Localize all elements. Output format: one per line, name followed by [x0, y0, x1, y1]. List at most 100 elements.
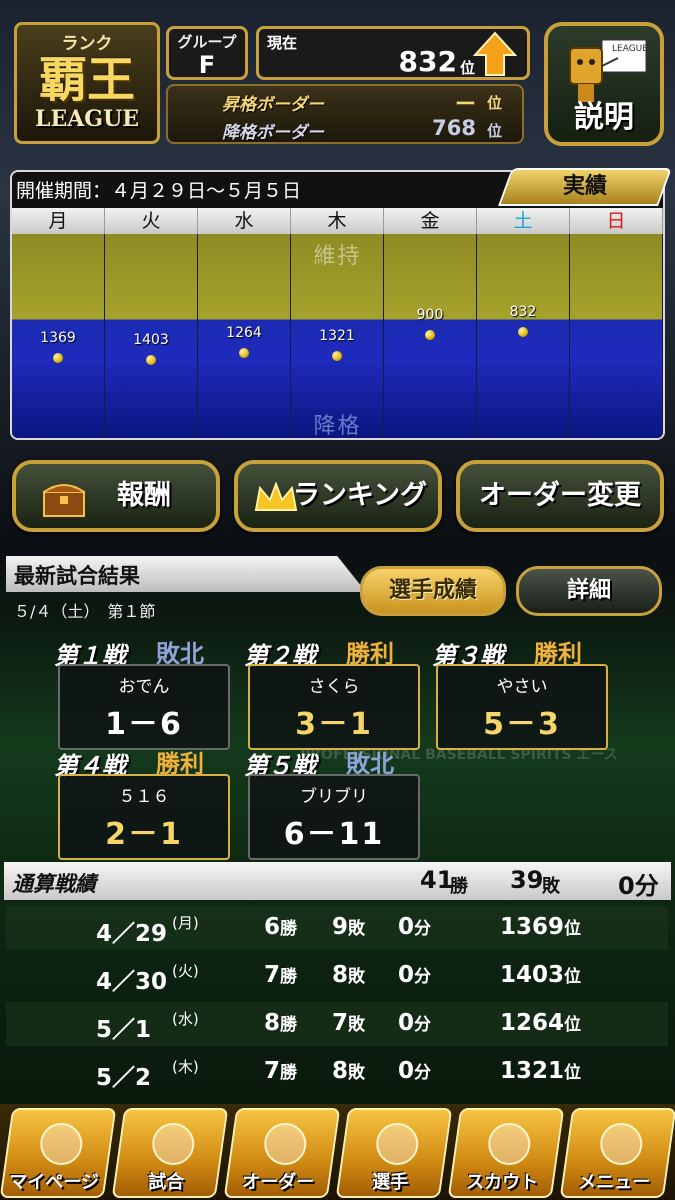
- detail-label: 詳細: [566, 578, 611, 603]
- totals-row: 4／30 (火) 7勝 8敗 0分 1403位: [6, 954, 668, 998]
- game-opponent: おでん: [118, 677, 170, 697]
- game-score: 6－11: [283, 817, 385, 852]
- day-4: 金: [384, 208, 477, 234]
- row-w: 7勝: [264, 1058, 297, 1084]
- order-change-label: オーダー変更: [479, 480, 641, 511]
- chart-point-label: 1403: [133, 332, 169, 348]
- row-date: 5／2: [96, 1058, 151, 1092]
- chart-point: [425, 330, 435, 341]
- total-draws: 0分: [618, 872, 659, 900]
- promote-label: 昇格ボーダー: [222, 95, 324, 115]
- row-l: 8敗: [332, 1058, 365, 1084]
- arrow-up-icon: [473, 31, 517, 76]
- nav-player[interactable]: 選手: [335, 1108, 453, 1198]
- row-l-unit: 敗: [348, 1015, 366, 1035]
- player-icon: [373, 1118, 421, 1170]
- row-date-value: 5／1: [96, 1017, 152, 1043]
- stay-zone-label: 維持: [313, 244, 362, 269]
- row-date-value: 4／30: [96, 969, 168, 995]
- nav-label: 選手: [372, 1172, 409, 1193]
- results-title: 最新試合結果: [14, 564, 140, 588]
- row-w: 8勝: [264, 1010, 297, 1036]
- row-d: 0分: [398, 914, 431, 940]
- row-l-value: 8: [332, 962, 349, 988]
- chart-point: [53, 353, 63, 364]
- row-l-value: 7: [332, 1010, 349, 1036]
- order-change-button[interactable]: オーダー変更: [456, 460, 664, 532]
- day-6: 日: [570, 208, 663, 234]
- row-date: 4／29: [96, 914, 167, 948]
- game-card[interactable]: さくら 3－1: [248, 664, 420, 750]
- game-opponent: さくら: [308, 677, 360, 697]
- game-card[interactable]: おでん 1－6: [58, 664, 230, 750]
- promote-unit: 位: [486, 94, 502, 112]
- row-rank: 1321位: [500, 1058, 581, 1084]
- demote-border-unit: 位: [486, 122, 502, 140]
- scout-icon: [485, 1118, 533, 1170]
- row-date: 5／1: [96, 1010, 151, 1044]
- row-l-unit: 敗: [348, 919, 366, 939]
- reward-button[interactable]: 報酬: [12, 460, 220, 532]
- game-card[interactable]: やさい 5－3: [436, 664, 608, 750]
- chart-point: [146, 355, 156, 365]
- nav-label: スカウト: [466, 1172, 539, 1193]
- game-score: 1－6: [105, 707, 183, 742]
- row-d-unit: 分: [414, 919, 432, 939]
- row-date-value: 5／2: [96, 1065, 152, 1091]
- game-score: 2－1: [105, 817, 183, 852]
- nav-order[interactable]: オーダー: [223, 1108, 341, 1198]
- row-l-unit: 敗: [348, 1063, 366, 1083]
- border-panel: 昇格ボーダー ー 位 降格ボーダー 768 位: [166, 84, 524, 144]
- totals-row: 5／1 (水) 8勝 7敗 0分 1264位: [6, 1002, 668, 1046]
- total-losses: 39: [510, 866, 544, 894]
- nav-match[interactable]: 試合: [111, 1108, 229, 1198]
- row-rank-unit: 位: [564, 919, 582, 939]
- chart-point-label: 1321: [319, 327, 355, 344]
- row-rank-unit: 位: [564, 1015, 582, 1035]
- player-stats-label: 選手成績: [388, 578, 477, 603]
- row-l-unit: 敗: [348, 967, 366, 987]
- demote-border-value: 768: [432, 116, 476, 140]
- ranking-button[interactable]: ランキング: [234, 460, 442, 532]
- nav-scout[interactable]: スカウト: [447, 1108, 565, 1198]
- chart-point: [239, 348, 249, 359]
- row-rank: 1264位: [500, 1010, 581, 1036]
- demote-border-label: 降格ボーダー: [222, 123, 324, 143]
- row-rank: 1403位: [500, 962, 581, 988]
- nav-label: オーダー: [242, 1172, 315, 1193]
- row-rank-unit: 位: [564, 1063, 582, 1083]
- record-tab[interactable]: 実績: [498, 168, 672, 206]
- row-l: 8敗: [332, 962, 365, 988]
- row-rank-value: 1403: [500, 962, 565, 988]
- group-value: F: [198, 51, 216, 79]
- current-value: 832: [398, 45, 457, 78]
- row-date: 4／30: [96, 962, 167, 996]
- row-dow-value: (水): [172, 1010, 199, 1028]
- row-d: 0分: [398, 1010, 431, 1036]
- game-card[interactable]: ５１６ 2－1: [58, 774, 230, 860]
- nav-menu[interactable]: メニュー: [559, 1108, 675, 1198]
- totals-row: 4／29 (月) 6勝 9敗 0分 1369位: [6, 906, 668, 950]
- game-opponent: やさい: [496, 677, 548, 697]
- nav-mypage[interactable]: マイページ: [0, 1108, 117, 1198]
- row-w: 7勝: [264, 962, 297, 988]
- totals-header-bar: [4, 862, 671, 900]
- row-d: 0分: [398, 962, 431, 988]
- help-button[interactable]: LEAGUE 説明: [544, 22, 664, 146]
- row-w-value: 7: [264, 962, 281, 988]
- day-3: 木: [291, 208, 384, 234]
- bottom-nav: マイページ 試合 オーダー 選手 スカウト メニュー: [0, 1104, 675, 1200]
- demote-zone-label: 降格: [313, 414, 362, 439]
- chart-point-label: 1264: [226, 325, 262, 342]
- row-rank-value: 1321: [500, 1058, 565, 1084]
- row-l: 7敗: [332, 1010, 365, 1036]
- total-wins-unit: 勝: [450, 876, 468, 897]
- menu-icon: [597, 1118, 645, 1170]
- total-wins: 41: [420, 866, 454, 894]
- rank-name: 覇王: [38, 52, 135, 108]
- detail-button[interactable]: 詳細: [516, 566, 662, 616]
- reward-label: 報酬: [117, 480, 171, 511]
- game-card[interactable]: ブリブリ 6－11: [248, 774, 420, 860]
- row-dow: (火): [172, 960, 199, 981]
- player-stats-button[interactable]: 選手成績: [360, 566, 506, 616]
